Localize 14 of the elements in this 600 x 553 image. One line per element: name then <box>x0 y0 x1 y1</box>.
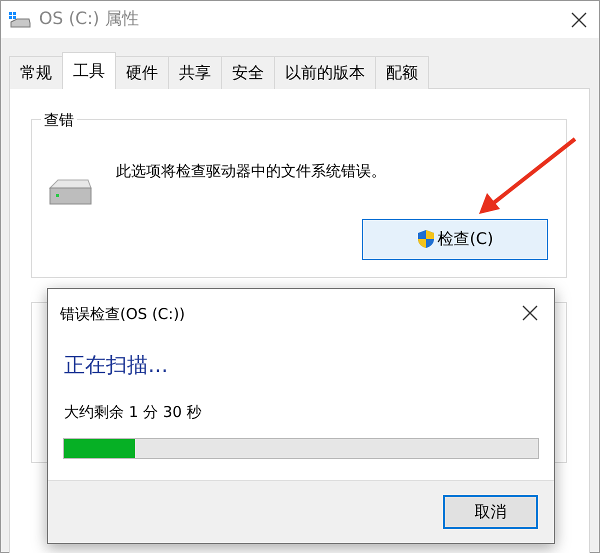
cancel-button[interactable]: 取消 <box>443 495 538 529</box>
window-title: OS (C:) 属性 <box>39 8 139 31</box>
tab[interactable]: 安全 <box>221 56 275 89</box>
tab[interactable]: 工具 <box>62 52 116 89</box>
tab[interactable]: 配额 <box>375 56 429 89</box>
description-text: 此选项将检查驱动器中的文件系统错误。 <box>116 161 387 182</box>
check-button[interactable]: 检查(C) <box>362 218 548 260</box>
tab[interactable]: 共享 <box>168 56 222 89</box>
dialog-title: 错误检查(OS (C:)) <box>60 304 186 325</box>
remaining-time-text: 大约剩余 1 分 30 秒 <box>64 402 203 423</box>
tab[interactable]: 常规 <box>9 56 63 89</box>
tab[interactable]: 以前的版本 <box>274 56 376 89</box>
status-heading: 正在扫描... <box>64 352 170 378</box>
tab[interactable]: 硬件 <box>115 56 169 89</box>
